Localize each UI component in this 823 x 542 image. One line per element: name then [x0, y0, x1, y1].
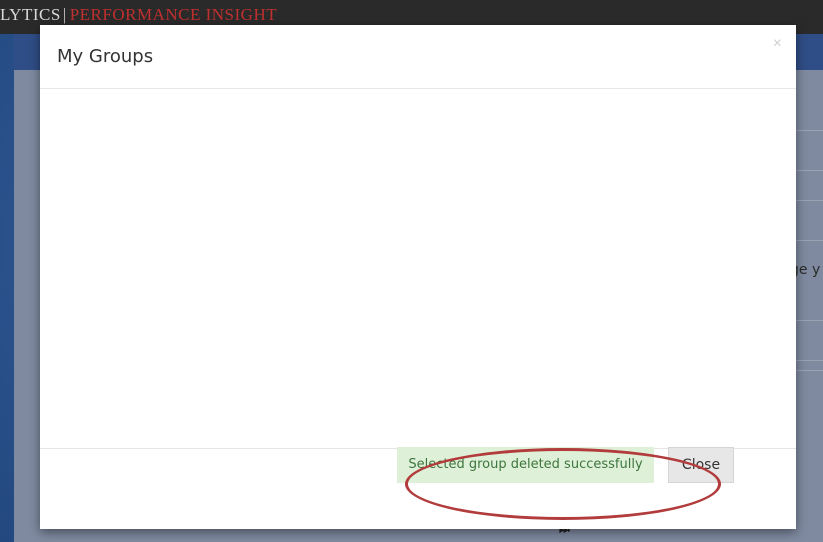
close-button[interactable]: Close	[668, 447, 734, 483]
success-alert: Selected group deleted successfully	[397, 447, 654, 483]
modal-header: My Groups ×	[40, 25, 796, 89]
brand-text-analytics: LYTICS	[0, 5, 61, 24]
brand-text-performance-insight: PERFORMANCE INSIGHT	[69, 5, 278, 24]
close-icon[interactable]: ×	[773, 35, 782, 53]
modal-title: My Groups	[57, 46, 154, 67]
brand-separator: |	[62, 5, 67, 24]
brand-logo: LYTICS | PERFORMANCE INSIGHT	[0, 5, 277, 25]
